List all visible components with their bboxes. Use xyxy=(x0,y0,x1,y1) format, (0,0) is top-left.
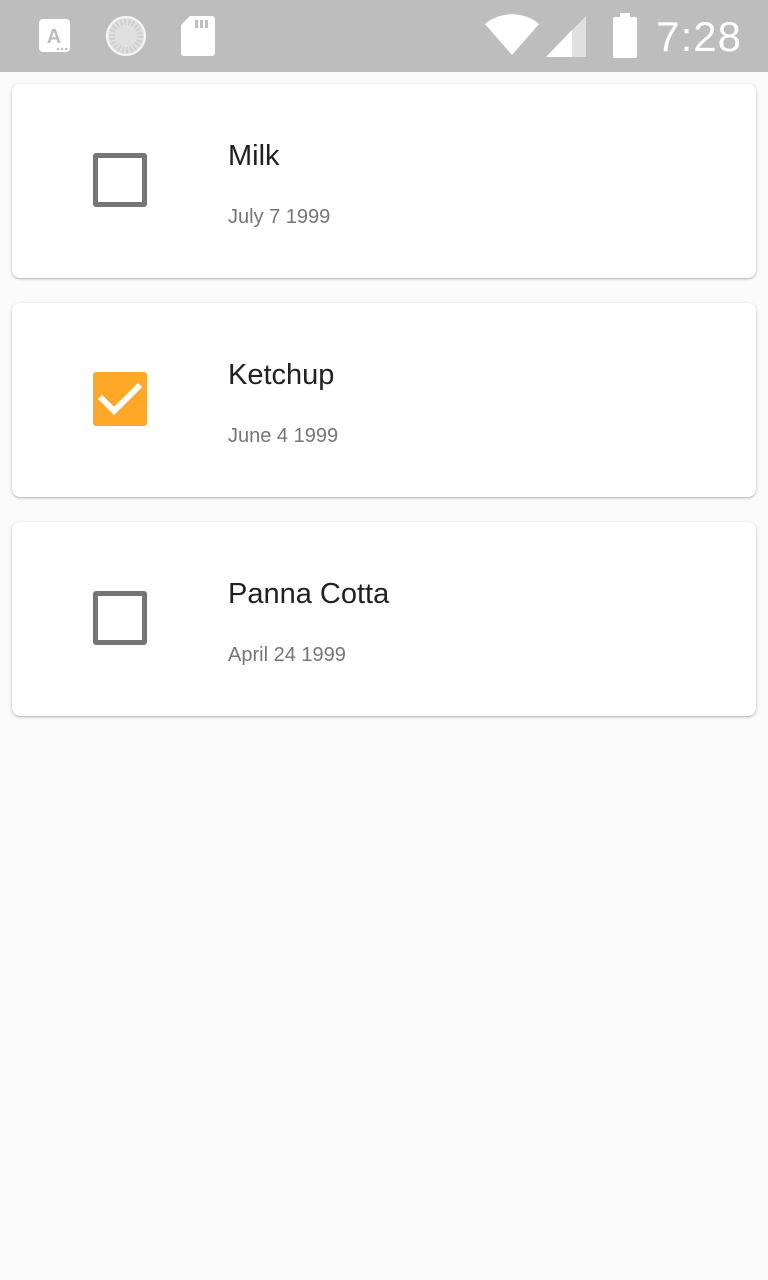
item-title: Ketchup xyxy=(228,359,335,391)
item-title: Milk xyxy=(228,140,280,172)
svg-text:A: A xyxy=(47,26,61,48)
battery-icon xyxy=(613,13,637,58)
grocery-list: Milk July 7 1999 Ketchup June 4 1999 Pan… xyxy=(12,84,756,741)
cell-signal-icon xyxy=(546,16,586,57)
item-date: April 24 1999 xyxy=(228,644,346,666)
font-a-icon: A xyxy=(39,19,70,52)
clock-time: 7:28 xyxy=(656,13,742,60)
item-checkbox[interactable] xyxy=(93,153,147,207)
list-item[interactable]: Panna Cotta April 24 1999 xyxy=(12,522,756,716)
item-date: July 7 1999 xyxy=(228,206,331,228)
list-item[interactable]: Ketchup June 4 1999 xyxy=(12,303,756,497)
item-title: Panna Cotta xyxy=(228,578,390,610)
item-checkbox-checked[interactable] xyxy=(93,372,147,426)
check-icon xyxy=(97,382,143,416)
sync-spinner-icon xyxy=(106,16,146,56)
item-date: June 4 1999 xyxy=(228,425,339,447)
status-bar: A 7:28 xyxy=(0,0,768,72)
list-item[interactable]: Milk July 7 1999 xyxy=(12,84,756,278)
item-checkbox[interactable] xyxy=(93,591,147,645)
wifi-icon xyxy=(485,14,539,55)
sd-card-icon xyxy=(181,16,215,56)
